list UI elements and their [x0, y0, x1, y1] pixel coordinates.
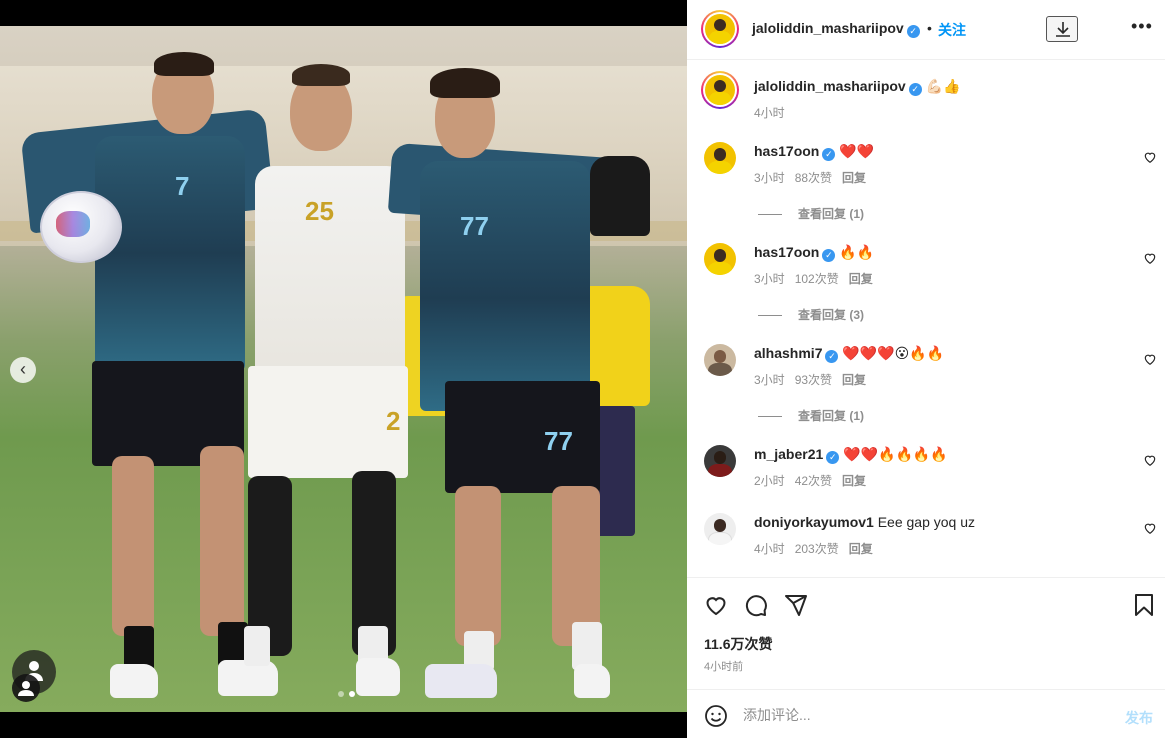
- view-replies-button[interactable]: 查看回复 (1): [758, 205, 864, 222]
- verified-icon: ✓: [822, 249, 836, 262]
- comment-composer: 发布: [687, 689, 1165, 738]
- comment-text: has17oon ✓ 🔥🔥: [754, 244, 874, 262]
- commenter-username[interactable]: m_jaber21: [754, 446, 823, 462]
- like-comment-icon[interactable]: [1143, 453, 1157, 467]
- instagram-post-view: 7 25 2 77 77 ‹ jaloliddin_mashariipov ✓ …: [0, 0, 1165, 738]
- comment-body: 🔥🔥: [839, 245, 875, 261]
- jersey-number: 77: [460, 211, 489, 241]
- verified-icon: ✓: [908, 83, 922, 96]
- post-comment-button[interactable]: 发布: [1125, 708, 1153, 728]
- verified-icon: ✓: [822, 148, 836, 161]
- author-username[interactable]: jaloliddin_mashariipov ✓: [752, 20, 920, 38]
- commenter-username[interactable]: alhashmi7: [754, 345, 822, 361]
- comment-likes[interactable]: 93次赞: [795, 373, 832, 387]
- like-comment-icon[interactable]: [1143, 352, 1157, 366]
- story-ring[interactable]: [701, 10, 739, 48]
- download-icon: [1056, 22, 1070, 37]
- comment-text: doniyorkayumov1 Eee gap yoq uz: [754, 514, 975, 530]
- comment-meta: 3小时 102次赞 回复: [754, 272, 873, 286]
- comment-likes[interactable]: 88次赞: [795, 171, 832, 185]
- share-icon[interactable]: [784, 593, 808, 617]
- avatar[interactable]: [705, 75, 735, 105]
- carousel-dot-active: [349, 691, 355, 697]
- caption-username[interactable]: jaloliddin_mashariipov: [754, 78, 906, 94]
- carousel-indicator: [338, 691, 355, 697]
- commenter-avatar[interactable]: [704, 344, 736, 376]
- football: [40, 191, 122, 263]
- jersey-number: 25: [305, 196, 334, 226]
- more-options-icon[interactable]: •••: [1131, 16, 1153, 37]
- previous-slide-button[interactable]: ‹: [10, 357, 36, 383]
- comment-body: Eee gap yoq uz: [877, 514, 976, 530]
- verified-icon: ✓: [826, 451, 840, 464]
- reply-button[interactable]: 回复: [842, 474, 866, 488]
- shorts-number: 2: [386, 406, 401, 436]
- commenter-avatar[interactable]: [704, 513, 736, 545]
- comments-list: jaloliddin_mashariipov ✓ 💪🏻👍 4小时 has17oon…: [687, 61, 1165, 577]
- comment-icon[interactable]: [744, 593, 768, 617]
- view-replies-button[interactable]: 查看回复 (1): [758, 407, 864, 424]
- verified-icon: ✓: [825, 350, 839, 363]
- post-time: 4小时前: [704, 661, 744, 673]
- caption-text: jaloliddin_mashariipov ✓ 💪🏻👍: [754, 78, 960, 96]
- post-actions: 11.6万次赞 4小时前: [687, 577, 1165, 687]
- commenter-avatar[interactable]: [704, 142, 736, 174]
- follow-button[interactable]: 关注: [938, 20, 966, 40]
- view-replies-button[interactable]: 查看回复 (3): [758, 306, 864, 323]
- user-tag-icon[interactable]: [12, 674, 40, 702]
- like-comment-icon[interactable]: [1143, 251, 1157, 265]
- reply-button[interactable]: 回复: [842, 171, 866, 185]
- carousel-dot: [338, 691, 344, 697]
- comment-meta: 3小时 93次赞 回复: [754, 373, 867, 387]
- jersey-number: 7: [175, 171, 190, 201]
- comment-meta: 2小时 42次赞 回复: [754, 474, 867, 488]
- save-bookmark-icon[interactable]: [1132, 593, 1156, 617]
- download-button[interactable]: [1046, 16, 1078, 42]
- comment-body: ❤️❤️🔥🔥🔥🔥: [843, 447, 948, 463]
- comment-likes[interactable]: 203次赞: [795, 542, 839, 556]
- comment-input[interactable]: [743, 703, 1113, 727]
- emoji-icon[interactable]: [704, 704, 728, 728]
- commenter-username[interactable]: doniyorkayumov1: [754, 514, 874, 530]
- post-photo[interactable]: 7 25 2 77 77: [0, 26, 687, 712]
- reply-button[interactable]: 回复: [849, 272, 873, 286]
- separator-dot: •: [927, 20, 932, 36]
- avatar[interactable]: [705, 14, 735, 44]
- caption-emoji: 💪🏻👍: [925, 79, 961, 95]
- like-icon[interactable]: [704, 593, 728, 617]
- comment-meta: 4小时 203次赞 回复: [754, 542, 873, 556]
- like-comment-icon[interactable]: [1143, 521, 1157, 535]
- verified-icon: ✓: [906, 25, 920, 38]
- story-ring[interactable]: [701, 71, 739, 109]
- comment-likes[interactable]: 42次赞: [795, 474, 832, 488]
- comment-body: ❤️❤️: [839, 144, 875, 160]
- comment-text: m_jaber21 ✓ ❤️❤️🔥🔥🔥🔥: [754, 446, 948, 464]
- caption-time: 4小时: [754, 106, 785, 120]
- commenter-username[interactable]: has17oon: [754, 244, 819, 260]
- media-pane: 7 25 2 77 77 ‹: [0, 0, 687, 738]
- reply-button[interactable]: 回复: [849, 542, 873, 556]
- commenter-avatar[interactable]: [704, 243, 736, 275]
- comment-meta: 3小时 88次赞 回复: [754, 171, 867, 185]
- commenter-avatar[interactable]: [704, 445, 736, 477]
- commenter-username[interactable]: has17oon: [754, 143, 819, 159]
- post-side-panel: jaloliddin_mashariipov ✓ • 关注 ••• jalolid…: [687, 0, 1165, 738]
- reply-button[interactable]: 回复: [842, 373, 866, 387]
- comment-body: ❤️❤️❤️😮🔥🔥: [842, 346, 945, 362]
- like-comment-icon[interactable]: [1143, 150, 1157, 164]
- comment-text: alhashmi7 ✓ ❤️❤️❤️😮🔥🔥: [754, 345, 944, 363]
- shorts-number: 77: [544, 426, 573, 456]
- comment-text: has17oon ✓ ❤️❤️: [754, 143, 874, 161]
- author-username-text[interactable]: jaloliddin_mashariipov: [752, 20, 904, 36]
- comment-likes[interactable]: 102次赞: [795, 272, 839, 286]
- post-header: jaloliddin_mashariipov ✓ • 关注 •••: [687, 0, 1165, 60]
- like-count[interactable]: 11.6万次赞: [704, 634, 772, 654]
